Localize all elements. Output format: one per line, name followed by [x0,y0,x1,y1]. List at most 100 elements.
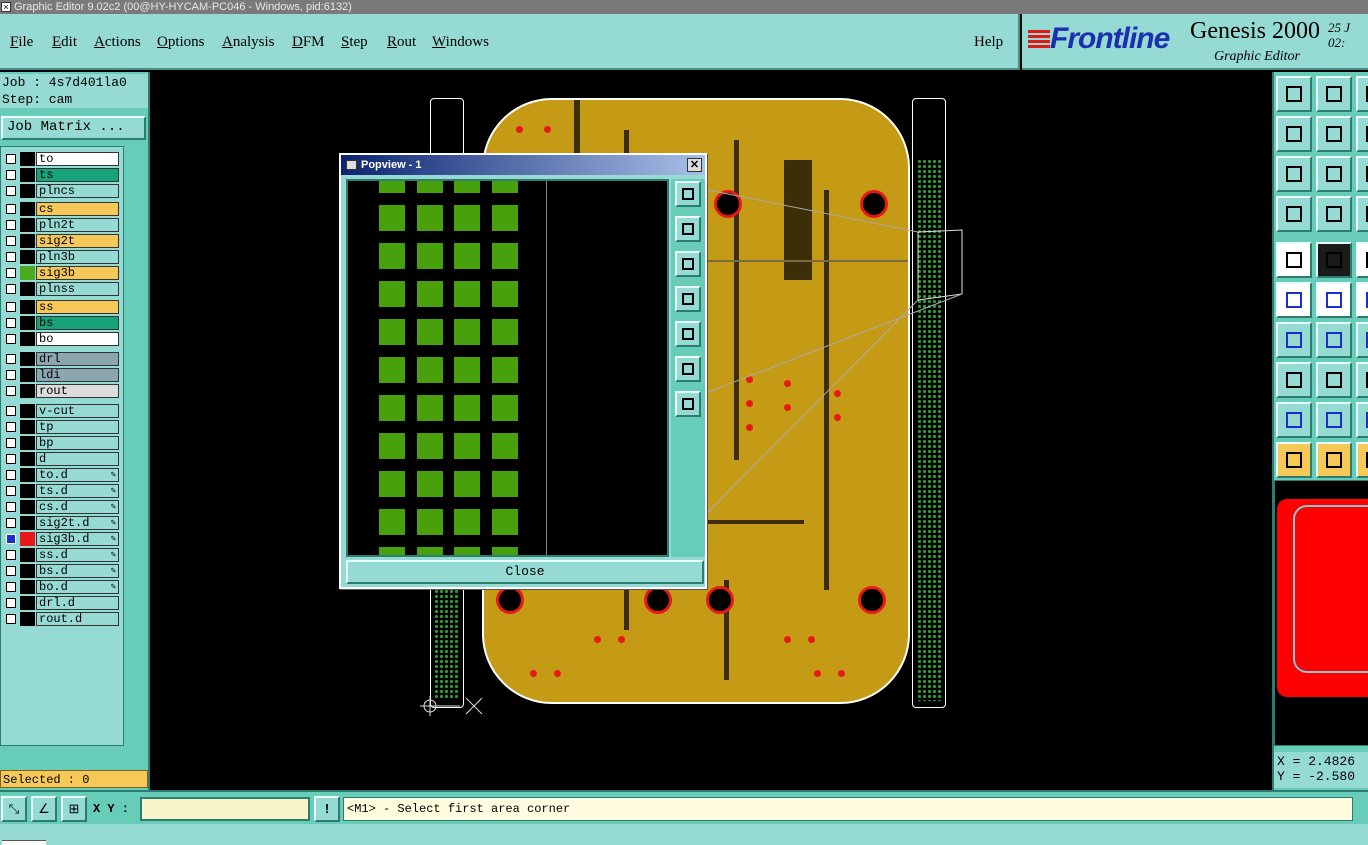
layer-name[interactable]: plnss [36,282,119,296]
pan-down-icon[interactable] [1316,76,1352,112]
layer-checkbox[interactable] [6,470,16,480]
layer-name[interactable]: rout.d [36,612,119,626]
layer-checkbox[interactable] [6,438,16,448]
layer-checkbox[interactable] [6,154,16,164]
delete-icon[interactable] [1316,282,1352,318]
layer-name[interactable]: d [36,452,119,466]
layer-name[interactable]: pln2t [36,218,119,232]
menu-edit[interactable]: Edit [52,34,77,51]
layer-name[interactable]: bo.d ✎ [36,580,119,594]
layer-color-swatch[interactable] [20,484,35,498]
layer-row-sig3b-d[interactable]: sig3b.d ✎ [1,531,123,547]
layer-row-drl-d[interactable]: drl.d [1,595,123,611]
pan-down-icon[interactable] [675,251,701,277]
popview-canvas[interactable] [346,179,669,557]
layer-color-swatch[interactable] [20,282,35,296]
layer-row-tp[interactable]: tp [1,419,123,435]
graphic-canvas[interactable] [152,72,1272,790]
layer-color-swatch[interactable] [20,468,35,482]
layer-name[interactable]: sig3b [36,266,119,280]
layer-checkbox[interactable] [6,318,16,328]
snap-icon[interactable] [1356,196,1368,232]
menu-dfm[interactable]: DFM [292,34,325,51]
layer-color-swatch[interactable] [20,202,35,216]
layer-row-ss-d[interactable]: ss.d ✎ [1,547,123,563]
layer-row-ss[interactable]: ss [1,299,123,315]
layer-color-swatch[interactable] [20,332,35,346]
layer-row-rout-d[interactable]: rout.d [1,611,123,627]
select-icon[interactable] [1316,442,1352,478]
layer-color-swatch[interactable] [20,612,35,626]
layer-row-ldi[interactable]: ldi [1,367,123,383]
layer-row-bs[interactable]: bs [1,315,123,331]
layer-color-swatch[interactable] [20,452,35,466]
layer-color-swatch[interactable] [20,548,35,562]
polygon-icon[interactable] [1316,402,1352,438]
close-button[interactable]: Close [346,560,704,584]
layer-checkbox[interactable] [6,550,16,560]
pan-right-icon[interactable] [1316,116,1352,152]
grid-icon[interactable] [1316,196,1352,232]
layer-row-ts-d[interactable]: ts.d ✎ [1,483,123,499]
layer-color-swatch[interactable] [20,152,35,166]
layer-checkbox[interactable] [6,186,16,196]
layer-name[interactable]: ldi [36,368,119,382]
layer-row-ts[interactable]: ts [1,167,123,183]
layer-row-to[interactable]: to [1,151,123,167]
layer-color-swatch[interactable] [20,404,35,418]
layer-checkbox[interactable] [6,502,16,512]
menu-actions[interactable]: Actions [94,34,141,51]
layer-name[interactable]: plncs [36,184,119,198]
layer-checkbox[interactable] [6,566,16,576]
arc-icon[interactable] [1316,322,1352,358]
fill-icon[interactable] [1356,402,1368,438]
layer-name[interactable]: sig3b.d ✎ [36,532,119,546]
cut-icon[interactable] [1316,362,1352,398]
layer-color-swatch[interactable] [20,266,35,280]
menu-file[interactable]: File [10,34,33,51]
pan-left-icon[interactable] [675,286,701,312]
footer-handle[interactable] [2,840,46,845]
layer-row-plncs[interactable]: plncs [1,183,123,199]
layer-name[interactable]: ts.d ✎ [36,484,119,498]
layer-checkbox[interactable] [6,170,16,180]
layer-color-swatch[interactable] [20,234,35,248]
menu-options[interactable]: Options [157,34,205,51]
circle-icon[interactable] [1356,442,1368,478]
layer-row-bo-d[interactable]: bo.d ✎ [1,579,123,595]
layer-name[interactable]: bo [36,332,119,346]
layer-row-drl[interactable]: drl [1,351,123,367]
layer-checkbox[interactable] [6,598,16,608]
layer-row-cs-d[interactable]: cs.d ✎ [1,499,123,515]
alert-icon[interactable]: ! [314,796,340,822]
select-point-icon[interactable] [1276,242,1312,278]
measure-icon[interactable] [1276,196,1312,232]
layer-checkbox[interactable] [6,582,16,592]
move-icon[interactable] [1356,282,1368,318]
layer-row-rout[interactable]: rout [1,383,123,399]
layer-checkbox[interactable] [6,220,16,230]
layer-name[interactable]: cs.d ✎ [36,500,119,514]
layer-name[interactable]: to.d ✎ [36,468,119,482]
menu-windows[interactable]: Windows [432,34,489,51]
layer-row-plnss[interactable]: plnss [1,281,123,297]
layer-row-v-cut[interactable]: v-cut [1,403,123,419]
layer-name[interactable]: to [36,152,119,166]
zoom-in-icon[interactable] [675,356,701,382]
window-close-icon[interactable]: × [1,2,11,12]
layer-checkbox[interactable] [6,534,16,544]
layer-checkbox[interactable] [6,386,16,396]
layer-color-swatch[interactable] [20,596,35,610]
layer-color-swatch[interactable] [20,580,35,594]
layer-name[interactable]: tp [36,420,119,434]
layer-color-swatch[interactable] [20,564,35,578]
zoom-center-icon[interactable] [1316,156,1352,192]
layer-checkbox[interactable] [6,236,16,246]
menu-analysis[interactable]: Analysis [222,34,275,51]
rotate-icon[interactable] [1356,76,1368,112]
layer-color-swatch[interactable] [20,352,35,366]
layer-color-swatch[interactable] [20,500,35,514]
layer-checkbox[interactable] [6,422,16,432]
layer-row-sig2t[interactable]: sig2t [1,233,123,249]
angle-icon[interactable]: ∠ [31,796,57,822]
